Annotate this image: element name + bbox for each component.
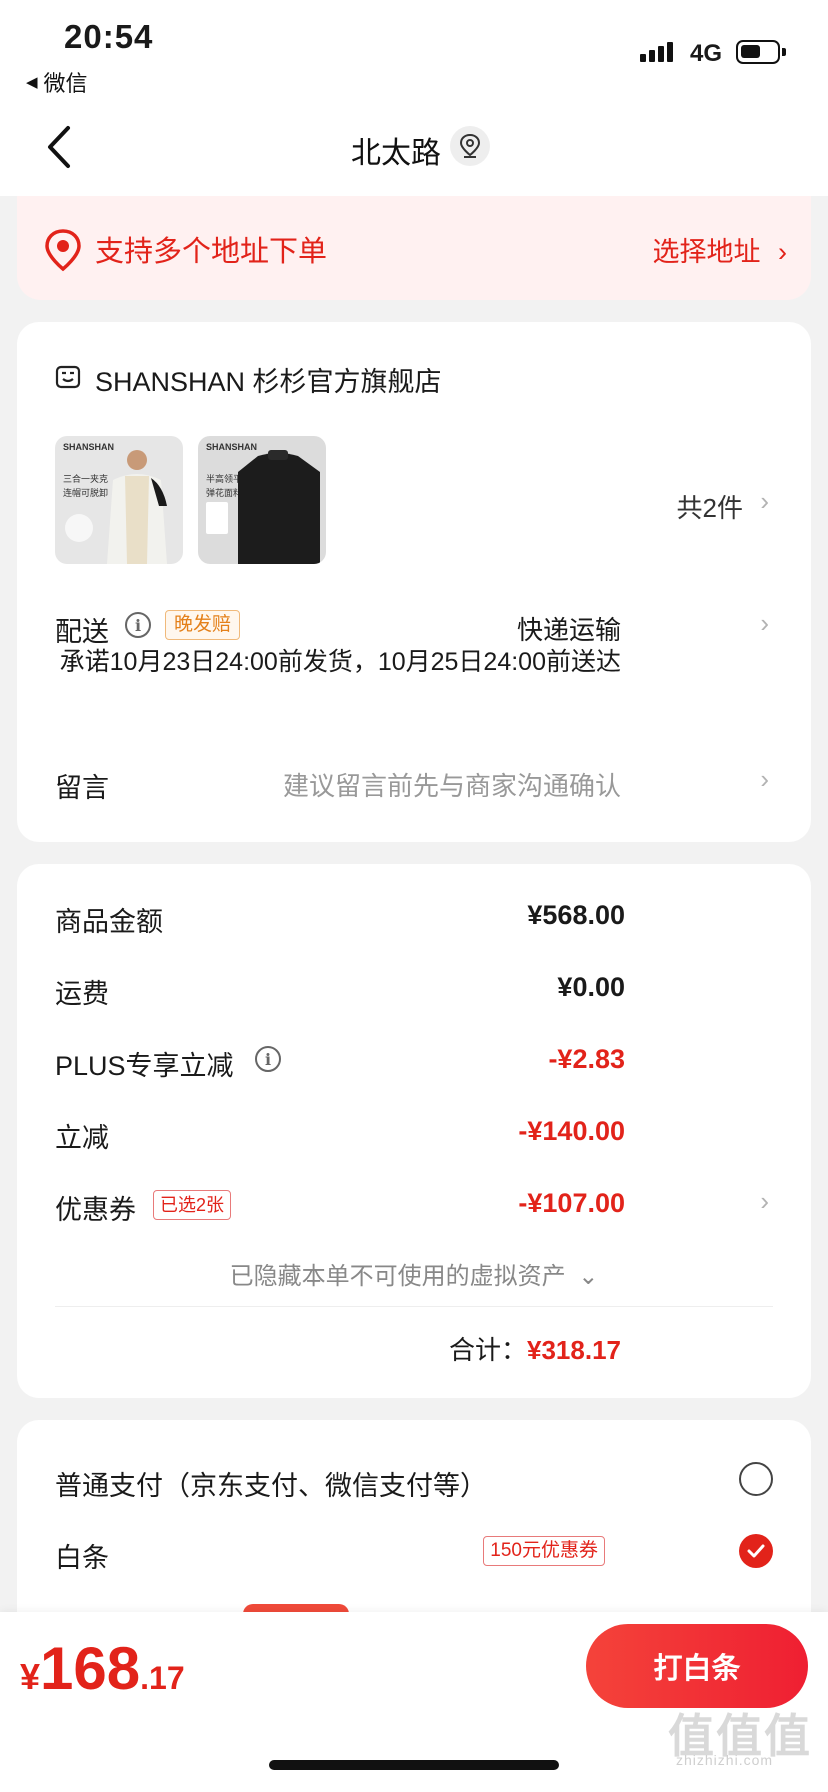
checkout-bar: ¥ 168 .17 打白条 值值值 zhizhizhi.com <box>0 1612 828 1792</box>
info-icon[interactable]: i <box>125 612 151 638</box>
coupon-selected-badge: 已选2张 <box>153 1190 232 1220</box>
payment-option-normal-label: 普通支付（京东支付、微信支付等） <box>55 1471 487 1501</box>
instant-discount-value: -¥140.00 <box>518 1116 625 1146</box>
chevron-right-icon: › <box>778 237 787 267</box>
back-arrow-icon[interactable] <box>40 122 80 172</box>
plus-discount-value: -¥2.83 <box>548 1044 625 1074</box>
multi-address-text: 支持多个地址下单 <box>95 236 328 268</box>
shipping-fee-value: ¥0.00 <box>557 972 625 1002</box>
product-thumbnail[interactable]: SHANSHAN 三合一夹克 连帽可脱卸 <box>55 436 183 564</box>
hidden-assets-toggle[interactable]: 已隐藏本单不可使用的虚拟资产 ⌄ <box>17 1256 811 1291</box>
chevron-down-icon: ⌄ <box>578 1263 599 1290</box>
location-pin-icon <box>459 133 481 158</box>
multi-address-banner[interactable]: 支持多个地址下单 选择地址 › <box>17 196 811 300</box>
delivery-promise: 承诺10月23日24:00前发货，10月25日24:00前送达 <box>59 648 621 676</box>
nav-bar: 北太路 <box>0 100 828 196</box>
back-to-app-link[interactable]: ◀ 微信 <box>26 66 88 98</box>
info-icon[interactable]: i <box>255 1046 281 1072</box>
home-indicator[interactable] <box>269 1760 559 1770</box>
back-triangle-icon: ◀ <box>26 74 38 91</box>
order-total: 合计：¥318.17 <box>449 1335 621 1365</box>
order-items-card: SHANSHAN 杉杉官方旗舰店 SHANSHAN 三合一夹克 连帽可脱卸 SH… <box>17 322 811 842</box>
subtotal-label: 商品金额 <box>55 907 163 937</box>
shipping-method[interactable]: 快递运输 <box>517 610 621 647</box>
shipping-fee-label: 运费 <box>55 979 109 1009</box>
store-name[interactable]: SHANSHAN 杉杉官方旗舰店 <box>95 360 442 399</box>
status-bar: 20:54 ◀ 微信 4G <box>0 0 828 100</box>
chevron-right-icon[interactable]: › <box>760 764 769 795</box>
item-count[interactable]: 共2件 <box>677 488 743 525</box>
select-address-link[interactable]: 选择地址 › <box>652 230 787 269</box>
battery-icon <box>736 40 786 64</box>
payment-option-baitiao-check[interactable] <box>739 1534 773 1568</box>
final-price: ¥ 168 .17 <box>20 1635 185 1702</box>
location-pin-button[interactable] <box>450 126 490 166</box>
baitiao-coupon-badge: 150元优惠券 <box>483 1536 605 1566</box>
product-thumbnail[interactable]: SHANSHAN 半高领平纹 弹花面料 <box>198 436 326 564</box>
signal-icon <box>640 42 673 62</box>
location-marker-icon <box>45 229 81 272</box>
network-type: 4G <box>690 40 723 67</box>
payment-option-baitiao-label: 白条 <box>55 1543 109 1573</box>
check-icon <box>747 1544 765 1558</box>
coupon-label: 优惠券 <box>55 1195 136 1225</box>
price-summary-card: 商品金额 ¥568.00 运费 ¥0.00 PLUS专享立减 i -¥2.83 … <box>17 864 811 1398</box>
subtotal-value: ¥568.00 <box>527 900 625 930</box>
message-input[interactable]: 建议留言前先与商家沟通确认 <box>283 766 621 803</box>
divider <box>55 1306 773 1307</box>
chevron-right-icon[interactable]: › <box>760 608 769 639</box>
payment-option-normal-radio[interactable] <box>739 1462 773 1496</box>
message-label: 留言 <box>55 773 109 803</box>
late-compensation-badge: 晚发赔 <box>165 610 241 640</box>
store-icon <box>55 365 81 389</box>
page-title: 北太路 <box>351 137 441 170</box>
chevron-right-icon[interactable]: › <box>760 486 769 517</box>
instant-discount-label: 立减 <box>55 1123 109 1153</box>
status-time: 20:54 <box>64 18 154 55</box>
back-app-label: 微信 <box>43 71 88 96</box>
pay-with-baitiao-button[interactable]: 打白条 <box>586 1624 808 1708</box>
plus-discount-label: PLUS专享立减 <box>55 1051 234 1081</box>
coupon-value[interactable]: -¥107.00 <box>518 1188 625 1219</box>
chevron-right-icon[interactable]: › <box>760 1186 769 1217</box>
watermark-url: zhizhizhi.com <box>676 1752 774 1768</box>
